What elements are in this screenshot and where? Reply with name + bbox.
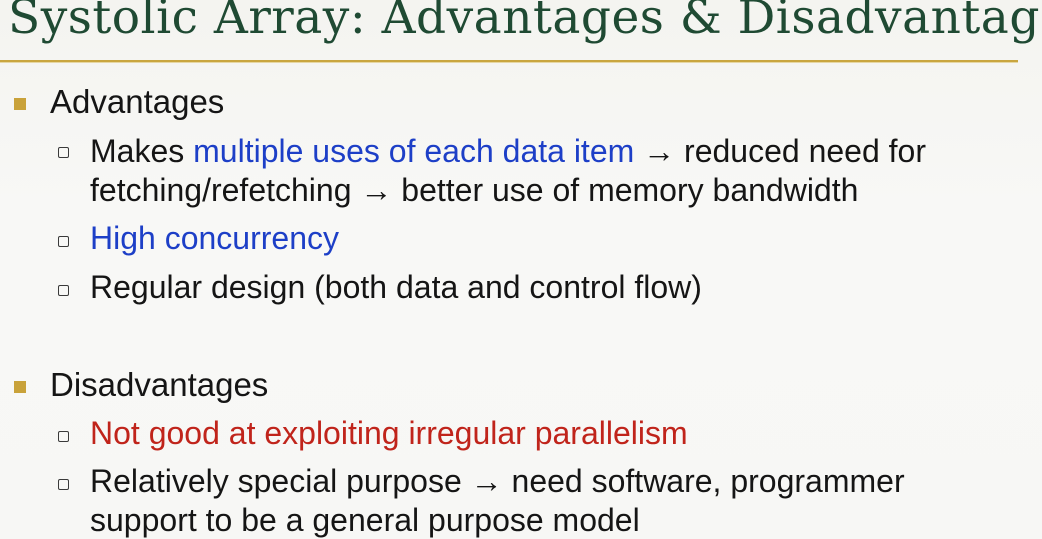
slide-title: Systolic Array: Advantages & Disadvantag…	[8, 0, 1042, 45]
advantage-item-1-prefix: Makes	[90, 133, 194, 169]
checkbox-bullet-icon	[58, 236, 69, 247]
checkbox-bullet-icon	[58, 147, 69, 158]
advantage-item-1-suffix: → reduced need for	[634, 133, 926, 169]
advantage-item-2: High concurrency	[90, 220, 339, 256]
section-heading-advantages: Advantages	[50, 83, 225, 120]
section-heading-disadvantages: Disadvantages	[50, 366, 269, 403]
disadvantage-item-1: Not good at exploiting irregular paralle…	[90, 415, 688, 451]
disadvantage-item-2-line-2: support to be a general purpose model	[90, 502, 640, 538]
title-divider-shadow	[0, 62, 1018, 63]
advantage-item-1-highlight: multiple uses of each data item	[193, 133, 635, 169]
checkbox-bullet-icon	[58, 479, 69, 490]
square-bullet-icon	[14, 98, 26, 110]
checkbox-bullet-icon	[58, 285, 69, 296]
advantage-item-3: Regular design (both data and control fl…	[90, 269, 702, 305]
advantage-item-1-line-1: Makes multiple uses of each data item → …	[90, 133, 926, 170]
square-bullet-icon	[14, 381, 26, 393]
slide: Systolic Array: Advantages & Disadvantag…	[0, 0, 1042, 539]
advantage-item-1-line-2: fetching/refetching → better use of memo…	[90, 172, 859, 208]
disadvantage-item-2-line-1: Relatively special purpose → need softwa…	[90, 463, 905, 499]
checkbox-bullet-icon	[58, 431, 69, 442]
